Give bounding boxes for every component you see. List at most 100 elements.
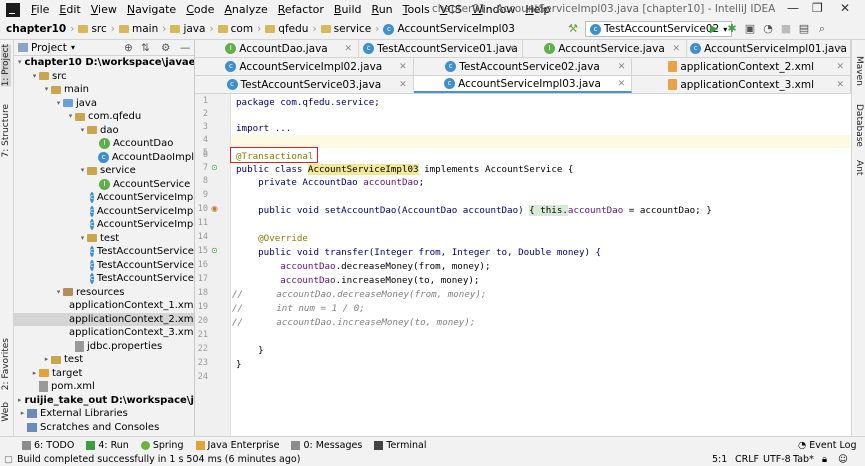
- close-icon[interactable]: ✕: [840, 1, 850, 15]
- chevron-down-icon[interactable]: ▾: [54, 286, 63, 300]
- tree-node[interactable]: c AccountServiceImpl0: [14, 205, 194, 219]
- tab-testaccountservice03[interactable]: c TestAccountService03.java ✕: [195, 76, 414, 93]
- project-structure-icon[interactable]: ▤: [797, 22, 811, 36]
- tool-java-enterprise[interactable]: Java Enterprise: [195, 440, 279, 451]
- menu-analyze[interactable]: Analyze: [219, 3, 272, 16]
- breadcrumb-src[interactable]: src: [91, 23, 106, 35]
- close-icon[interactable]: ✕: [344, 44, 352, 54]
- stop-icon[interactable]: ■: [779, 22, 793, 36]
- close-icon[interactable]: ✕: [836, 44, 844, 54]
- tab-applicationcontext-2[interactable]: applicationContext_2.xml ✕: [632, 58, 852, 75]
- tab-accountservice[interactable]: I AccountService.java ✕: [523, 40, 687, 57]
- close-icon[interactable]: ✕: [836, 62, 844, 72]
- hide-icon[interactable]: —: [180, 42, 191, 54]
- search-icon[interactable]: ⌕: [815, 22, 829, 36]
- chevron-down-icon[interactable]: ▾: [54, 97, 63, 111]
- tab-project[interactable]: 1: Project: [1, 44, 11, 87]
- chevron-down-icon[interactable]: ▾: [78, 164, 87, 178]
- chevron-right-icon[interactable]: ▸: [30, 367, 39, 381]
- menu-refactor[interactable]: Refactor: [273, 3, 329, 16]
- indent-setting[interactable]: Tab*: [793, 454, 814, 465]
- tree-node[interactable]: applicationContext_1.xml: [14, 299, 194, 313]
- tree-node[interactable]: ▸ target: [14, 367, 194, 381]
- tree-node[interactable]: ▾ main: [14, 83, 194, 97]
- chevron-down-icon[interactable]: ▾: [30, 70, 39, 84]
- breadcrumb-qfedu[interactable]: qfedu: [278, 23, 308, 35]
- tab-database[interactable]: Database: [854, 104, 864, 147]
- tree-node[interactable]: c AccountDaoImpl: [14, 151, 194, 165]
- chevron-down-icon[interactable]: ▾: [66, 110, 75, 124]
- close-icon[interactable]: ✕: [399, 80, 407, 90]
- chevron-down-icon[interactable]: ▾: [18, 56, 22, 70]
- tree-node[interactable]: c AccountServiceImpl0: [14, 218, 194, 232]
- close-icon[interactable]: ✕: [672, 44, 680, 54]
- locate-icon[interactable]: ⊕: [124, 42, 133, 54]
- tree-node[interactable]: ▾ resources: [14, 286, 194, 300]
- tool-run[interactable]: 4: Run: [86, 440, 129, 451]
- tab-accountserviceimpl01[interactable]: c AccountServiceImpl01.java ✕: [687, 40, 851, 57]
- menu-tools[interactable]: Tools: [398, 3, 435, 16]
- line-separator[interactable]: CRLF: [735, 454, 759, 465]
- menu-build[interactable]: Build: [329, 3, 367, 16]
- tree-node[interactable]: ▾chapter10 D:\workspace\javaee\chapte: [14, 56, 194, 70]
- chevron-right-icon[interactable]: ▸: [18, 407, 27, 421]
- gear-icon[interactable]: ⚙: [161, 42, 170, 54]
- chevron-down-icon[interactable]: ▾: [78, 124, 87, 138]
- chevron-right-icon[interactable]: ▸: [18, 394, 22, 408]
- tab-structure[interactable]: 7: Structure: [1, 104, 11, 158]
- tree-node[interactable]: pom.xml: [14, 380, 194, 394]
- tab-web[interactable]: Web: [1, 402, 11, 422]
- tree-node[interactable]: applicationContext_3.xml: [14, 326, 194, 340]
- inspector-icon[interactable]: ☺: [838, 454, 848, 465]
- close-icon[interactable]: ✕: [836, 80, 844, 90]
- menu-run[interactable]: Run: [367, 3, 398, 16]
- tree-node[interactable]: c AccountServiceImpl0: [14, 191, 194, 205]
- tab-accountserviceimpl03[interactable]: c AccountServiceImpl03.java ✕: [413, 76, 633, 93]
- project-view-select[interactable]: Project ▾: [18, 42, 75, 54]
- tree-node[interactable]: c TestAccountService0: [14, 245, 194, 259]
- menu-edit[interactable]: Edit: [54, 3, 85, 16]
- file-encoding[interactable]: UTF-8: [763, 454, 791, 465]
- tree-node[interactable]: ▸ test: [14, 353, 194, 367]
- tree-node[interactable]: ▸ruijie_take_out D:\workspace\javaee\ru: [14, 394, 194, 408]
- close-icon[interactable]: ✕: [508, 44, 516, 54]
- menu-file[interactable]: File: [26, 3, 54, 16]
- menu-view[interactable]: View: [86, 3, 122, 16]
- tree-node[interactable]: jdbc.properties: [14, 340, 194, 354]
- close-icon[interactable]: ✕: [618, 62, 626, 72]
- bean-gutter-icon[interactable]: ◉: [211, 204, 218, 213]
- lock-icon[interactable]: 🔒︎: [822, 454, 827, 465]
- tree-node[interactable]: ▾ src: [14, 70, 194, 84]
- tree-node[interactable]: Scratches and Consoles: [14, 421, 194, 435]
- tab-accountdao[interactable]: I AccountDao.java ✕: [195, 40, 359, 57]
- collapse-all-icon[interactable]: ⇅: [141, 42, 150, 54]
- status-window-icon[interactable]: ▢: [4, 454, 13, 465]
- coverage-icon[interactable]: ▣: [743, 22, 757, 36]
- close-icon[interactable]: ✕: [618, 79, 626, 89]
- tool-terminal[interactable]: Terminal: [374, 440, 426, 451]
- menu-navigate[interactable]: Navigate: [122, 3, 181, 16]
- breadcrumb-com[interactable]: com: [231, 23, 253, 35]
- code-editor[interactable]: 1 2 3 4 5 6 7 8 9 10 11 14 15 16 17 18 1…: [195, 94, 851, 454]
- tree-node[interactable]: applicationContext_2.xml: [14, 312, 194, 326]
- caret-position[interactable]: 5:1: [712, 454, 727, 465]
- breadcrumb-class[interactable]: AccountServiceImpl03: [397, 23, 514, 35]
- tool-spring[interactable]: Spring: [140, 440, 184, 451]
- tree-node[interactable]: ▾ java: [14, 97, 194, 111]
- tree-node[interactable]: ▾ service: [14, 164, 194, 178]
- chevron-down-icon[interactable]: ▾: [42, 83, 51, 97]
- tree-node[interactable]: I AccountDao: [14, 137, 194, 151]
- tool-messages[interactable]: 0: Messages: [291, 440, 362, 451]
- tree-node[interactable]: c TestAccountService0: [14, 272, 194, 286]
- tab-favorites[interactable]: 2: Favorites: [1, 338, 11, 390]
- tool-event-log[interactable]: ◔ Event Log: [798, 440, 857, 451]
- implements-gutter-icon[interactable]: ⊙: [211, 163, 218, 172]
- tool-todo[interactable]: 6: TODO: [22, 440, 74, 451]
- menu-code[interactable]: Code: [181, 3, 219, 16]
- minimize-icon[interactable]: —: [787, 1, 799, 15]
- tree-node[interactable]: I AccountService: [14, 178, 194, 192]
- tree-node[interactable]: ▾ com.qfedu: [14, 110, 194, 124]
- debug-icon[interactable]: ✱: [725, 22, 739, 36]
- breadcrumb-project[interactable]: chapter10: [6, 23, 66, 35]
- chevron-down-icon[interactable]: ▾: [78, 232, 87, 246]
